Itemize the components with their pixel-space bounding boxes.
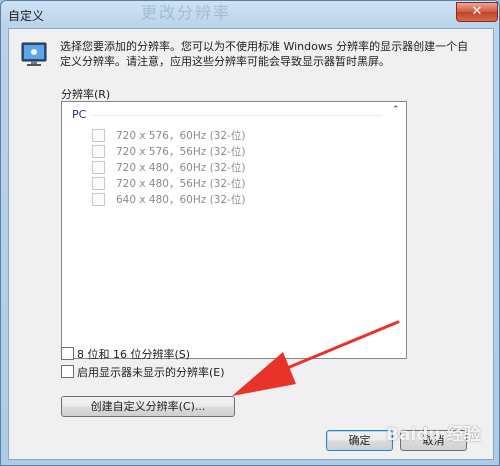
group-divider bbox=[92, 115, 382, 116]
chevron-up-icon[interactable]: ⌃ bbox=[392, 105, 400, 115]
resolution-label: 720 x 576，56Hz (32-位) bbox=[116, 146, 246, 158]
window-title: 自定义 bbox=[8, 9, 45, 23]
resolution-checkbox[interactable] bbox=[92, 177, 105, 190]
list-item[interactable]: 720 x 576，60Hz (32-位) bbox=[92, 127, 392, 143]
watermark: Baidu 经验 bbox=[386, 425, 481, 445]
resolution-checkbox[interactable] bbox=[92, 129, 105, 142]
instruction-text: 选择您要添加的分辨率。您可以为不使用标准 Windows 分辨率的显示器创建一个… bbox=[60, 40, 469, 68]
background-window-title: 更改分辨率 bbox=[141, 3, 232, 22]
close-button[interactable]: ✕ bbox=[456, 2, 498, 22]
title-bar[interactable]: 自定义 更改分辨率 ✕ bbox=[1, 1, 499, 28]
resolution-label: 720 x 480，60Hz (32-位) bbox=[116, 162, 246, 174]
list-item[interactable]: 720 x 480，60Hz (32-位) bbox=[92, 159, 392, 175]
resolution-checkbox[interactable] bbox=[92, 145, 105, 158]
resolution-label: 720 x 480，56Hz (32-位) bbox=[116, 178, 246, 190]
bit-depth-checkbox[interactable] bbox=[61, 347, 74, 360]
resolution-checkbox[interactable] bbox=[92, 161, 105, 174]
bit-depth-label: 8 位和 16 位分辨率(S) bbox=[77, 348, 191, 361]
list-item[interactable]: 720 x 480，56Hz (32-位) bbox=[92, 175, 392, 191]
monitor-icon bbox=[21, 42, 47, 66]
unsupported-resolution-checkbox[interactable] bbox=[61, 365, 74, 378]
create-custom-resolution-button[interactable]: 创建自定义分辨率(C)... bbox=[61, 396, 235, 417]
custom-dialog-window: 自定义 更改分辨率 ✕ 选择您要添加的分辨率。您可以为不使用标准 Windows… bbox=[0, 0, 500, 466]
group-header-pc: PC bbox=[72, 108, 87, 121]
list-item[interactable]: 640 x 480，60Hz (32-位) bbox=[92, 191, 392, 207]
resolution-label: 640 x 480，60Hz (32-位) bbox=[116, 194, 246, 206]
resolution-label: 720 x 576，60Hz (32-位) bbox=[116, 130, 246, 142]
dialog-body: 选择您要添加的分辨率。您可以为不使用标准 Windows 分辨率的显示器创建一个… bbox=[8, 28, 494, 460]
ok-button[interactable]: 确定 bbox=[326, 430, 393, 451]
resolution-list[interactable]: PC ⌃ 720 x 576，60Hz (32-位) 720 x 576，56H… bbox=[61, 101, 407, 359]
resolution-checkbox[interactable] bbox=[92, 193, 105, 206]
resolution-list-label: 分辨率(R) bbox=[61, 88, 111, 101]
list-item[interactable]: 720 x 576，56Hz (32-位) bbox=[92, 143, 392, 159]
unsupported-resolution-label: 启用显示器未显示的分辨率(E) bbox=[77, 366, 225, 379]
